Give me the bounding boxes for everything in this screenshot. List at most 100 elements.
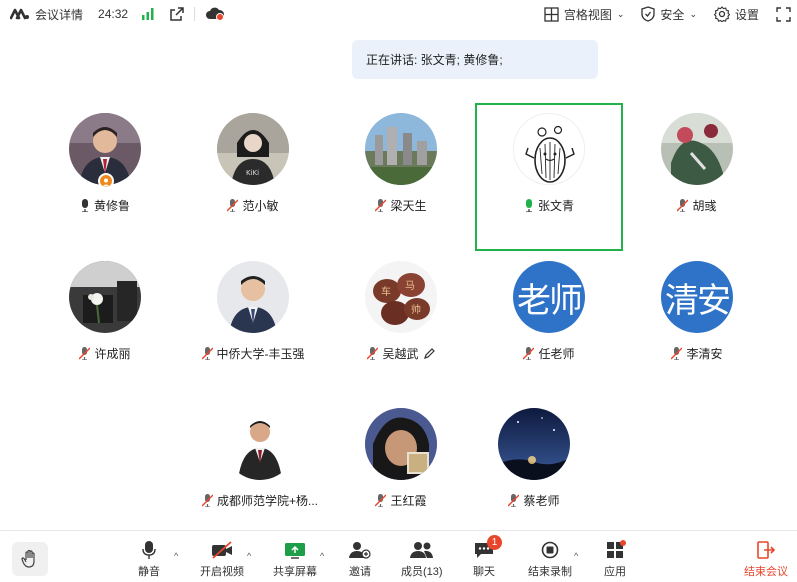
participant-name: 蔡老师 <box>523 494 560 508</box>
participant-tile[interactable]: 蔡老师 <box>460 398 608 546</box>
mic-muted-icon <box>79 347 91 360</box>
share-screen-label: 共享屏幕 <box>273 566 317 578</box>
external-window-icon[interactable] <box>170 7 184 21</box>
grid-view-label: 宫格视图 <box>563 7 612 22</box>
participant-name: 许成丽 <box>94 347 131 361</box>
signal-icon[interactable] <box>141 8 155 20</box>
svg-text:车: 车 <box>381 285 391 298</box>
avatar <box>365 113 437 185</box>
members-button[interactable]: 成员(13) <box>401 541 443 579</box>
share-screen-button[interactable]: 共享屏幕 <box>273 541 317 579</box>
start-video-button[interactable]: 开启视频 <box>200 541 244 579</box>
host-badge <box>98 173 114 189</box>
cloud-recording-icon[interactable] <box>205 7 225 21</box>
participant-name: 任老师 <box>538 347 575 361</box>
participant-tile[interactable]: 梁天生 <box>327 103 475 251</box>
participant-name: 梁天生 <box>390 199 427 213</box>
mic-muted-icon <box>367 347 379 360</box>
avatar: 车 马帅 <box>365 261 437 333</box>
participant-tile[interactable]: KiKi 范小敏 <box>179 103 327 251</box>
mic-speaking-icon <box>525 199 532 212</box>
chat-unread-badge: 1 <box>487 535 502 550</box>
participant-name: 黄修鲁 <box>93 199 130 213</box>
participant-name: 王红霞 <box>390 494 427 508</box>
members-label: 成员(13) <box>401 566 443 578</box>
meeting-details-label: 会议详情 <box>35 7 84 22</box>
fullscreen-button[interactable] <box>776 6 791 22</box>
participant-tile-active-speaker[interactable]: 张文青 <box>475 103 623 251</box>
speaking-indicator: 正在讲话: 张文青; 黄修鲁; <box>352 40 598 79</box>
user-icon <box>102 178 110 187</box>
chevron-down-icon: ⌄ <box>689 8 697 19</box>
participant-tile[interactable]: 车 马帅 吴越武 <box>327 251 475 399</box>
raise-hand-icon <box>21 549 35 568</box>
end-recording-button[interactable]: 结束录制 <box>528 541 572 579</box>
meeting-details-button[interactable]: 会议详情 <box>10 0 83 28</box>
mic-muted-icon <box>508 494 520 507</box>
avatar <box>365 408 437 480</box>
participant-name: 吴越武 <box>382 347 419 361</box>
chat-button[interactable]: 1 聊天 <box>473 535 502 579</box>
mic-muted-icon <box>375 494 387 507</box>
participant-tile[interactable]: 中侨大学-丰玉强 <box>179 251 327 399</box>
mic-muted-icon <box>201 494 213 507</box>
raise-hand-button[interactable] <box>12 542 48 576</box>
shield-icon <box>641 6 656 22</box>
mic-on-icon <box>81 199 88 212</box>
participant-name: 李清安 <box>686 347 723 361</box>
end-recording-label: 结束录制 <box>528 566 572 578</box>
bottom-toolbar: 静音 ^ 开启视频 ^ 共享屏幕 ^ 邀请 成员(13) 1 聊天 结束录制 ^… <box>0 530 797 582</box>
avatar <box>217 261 289 333</box>
start-video-label: 开启视频 <box>200 566 244 578</box>
participant-tile[interactable]: 成都师范学院+杨... <box>186 398 334 546</box>
avatar: 清安 <box>661 261 733 333</box>
grid-view-button[interactable]: 宫格视图 ⌄ <box>544 6 625 23</box>
participant-tile[interactable]: 许成丽 <box>31 251 179 399</box>
video-options-caret[interactable]: ^ <box>247 551 251 561</box>
participant-tile[interactable]: 胡彧 <box>623 103 771 251</box>
apps-label: 应用 <box>604 566 626 578</box>
recording-options-caret[interactable]: ^ <box>574 551 578 561</box>
participant-tile[interactable]: 老师 任老师 <box>475 251 623 399</box>
mic-muted-icon <box>677 199 689 212</box>
participant-tile[interactable]: 王红霞 <box>327 398 475 546</box>
chat-label: 聊天 <box>473 566 495 578</box>
stop-recording-icon <box>541 541 559 559</box>
grid-icon <box>544 6 559 22</box>
svg-text:帅: 帅 <box>411 303 421 316</box>
settings-button[interactable]: 设置 <box>713 6 759 23</box>
invite-button[interactable]: 邀请 <box>349 541 371 579</box>
avatar: 老师 <box>513 261 585 333</box>
avatar <box>513 113 585 185</box>
divider <box>194 7 196 21</box>
participant-name: 范小敏 <box>242 199 279 213</box>
mic-muted-icon <box>671 347 683 360</box>
avatar <box>498 408 570 480</box>
participant-name: 张文青 <box>537 199 574 213</box>
share-options-caret[interactable]: ^ <box>320 551 324 561</box>
avatar <box>661 113 733 185</box>
meeting-window: 会议详情 24:32 宫格视图 ⌄ 安全 ⌄ 设置 正在讲话: 张文青; 黄修鲁… <box>0 0 797 582</box>
participant-name: 中侨大学-丰玉强 <box>216 347 305 361</box>
tencent-meeting-logo-icon <box>10 8 29 20</box>
participant-tile[interactable]: 清安 李清安 <box>623 251 771 399</box>
end-meeting-button[interactable]: 结束会议 <box>744 541 788 579</box>
security-button[interactable]: 安全 ⌄ <box>641 6 697 23</box>
avatar <box>69 261 141 333</box>
top-bar: 会议详情 24:32 宫格视图 ⌄ 安全 ⌄ 设置 <box>0 0 797 28</box>
members-icon <box>409 542 433 558</box>
avatar <box>224 408 296 480</box>
mute-button[interactable]: 静音 <box>138 541 160 579</box>
participant-name: 成都师范学院+杨... <box>216 494 318 508</box>
audio-options-caret[interactable]: ^ <box>174 551 178 561</box>
apps-button[interactable]: 应用 <box>604 540 626 579</box>
pen-icon <box>423 347 435 359</box>
mic-muted-icon <box>227 199 239 212</box>
fullscreen-icon <box>776 6 791 22</box>
participant-tile[interactable]: 黄修鲁 <box>31 103 179 251</box>
invite-label: 邀请 <box>349 566 371 578</box>
meeting-timer: 24:32 <box>98 7 129 21</box>
chevron-down-icon: ⌄ <box>616 8 625 19</box>
end-meeting-label: 结束会议 <box>744 566 788 578</box>
svg-text:KiKi: KiKi <box>246 169 259 177</box>
